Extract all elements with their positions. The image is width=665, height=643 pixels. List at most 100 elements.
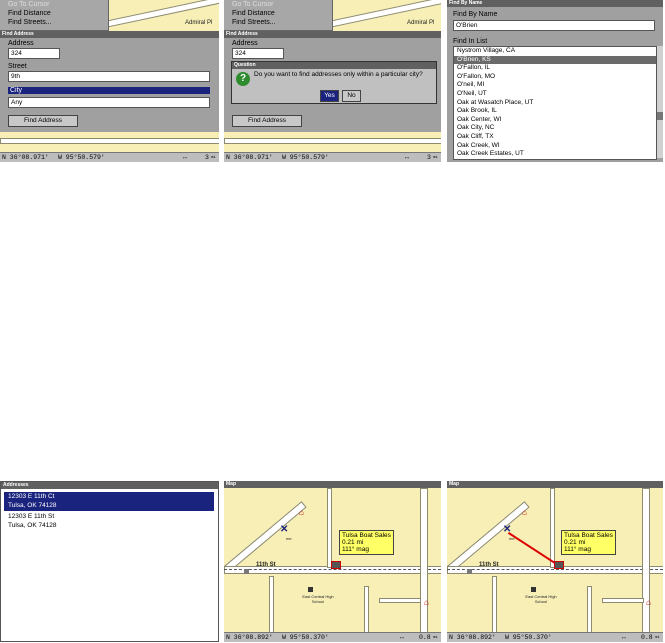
list-item[interactable]: Oak Cliff, TX: [454, 133, 656, 142]
menu-item-find-distance[interactable]: Find Distance: [8, 10, 51, 17]
road: [269, 576, 274, 633]
context-menu: Go To Cursor Find Distance Find Streets.…: [0, 0, 109, 31]
find-address-screen: Admiral Pl Go To Cursor Find Distance Fi…: [0, 0, 219, 162]
list-scrollbar[interactable]: [656, 46, 663, 158]
map-background[interactable]: 11th St ✕ me East Central High School ⌂ …: [224, 488, 441, 633]
address-label: Address: [8, 40, 34, 47]
location-marker-icon: ✕: [280, 524, 289, 535]
menu-item-find-streets[interactable]: Find Streets...: [232, 19, 276, 26]
map-street-label: Admiral Pl: [185, 20, 213, 26]
menu-item-go-to-cursor[interactable]: Go To Cursor: [232, 1, 274, 8]
school-icon: [308, 587, 313, 592]
menu-item-find-streets[interactable]: Find Streets...: [8, 19, 52, 26]
name-search-field[interactable]: O'Brien: [453, 20, 655, 31]
list-item[interactable]: O'Brien, KS: [454, 55, 656, 65]
list-item[interactable]: Oak Brook, IL: [454, 107, 656, 116]
status-bar: N 36°08.892' W 95°50.370' ↔ 0.8 mi: [224, 632, 441, 642]
list-item[interactable]: Oak at Wasatch Place, UT: [454, 99, 656, 108]
street-label-11th: 11th St: [256, 562, 276, 568]
latitude-readout: N 36°08.971': [2, 154, 49, 161]
address-line1: 12303 E 11th Ct: [8, 493, 55, 500]
city-field[interactable]: Any: [8, 97, 210, 108]
longitude-readout: W 95°50.579': [58, 154, 105, 161]
find-by-name-screen: Find By Name Find By Name O'Brien Find I…: [447, 0, 663, 162]
road: [642, 488, 650, 633]
zoom-arrows-icon: ↔: [622, 634, 626, 641]
no-button[interactable]: No: [342, 90, 361, 102]
scrollbar-thumb[interactable]: [657, 112, 663, 120]
address-line2: Tulsa, OK 74128: [8, 522, 57, 529]
name-list[interactable]: Nystrom Village, CA O'Brien, KS O'Fallon, …: [453, 46, 657, 160]
hospital-icon: ⌂: [424, 598, 429, 607]
school-label: East Central High School: [525, 594, 557, 604]
hospital-icon: ⌂: [299, 508, 304, 517]
address-field[interactable]: 324: [232, 48, 284, 59]
list-item[interactable]: O'Fallon, IL: [454, 64, 656, 73]
road: [379, 598, 421, 603]
road: [364, 586, 369, 633]
list-item[interactable]: Oak City, NC: [454, 124, 656, 133]
find-address-question-screen: Admiral Pl Go To Cursor Find Distance Fi…: [224, 0, 441, 162]
address-label: Address: [232, 40, 258, 47]
list-item[interactable]: O'Fallon, MO: [454, 73, 656, 82]
address-field[interactable]: 324: [8, 48, 60, 59]
zoom-readout: 0.8: [419, 634, 431, 641]
list-item[interactable]: O'Neil, UT: [454, 90, 656, 99]
screen-title: Map: [447, 481, 663, 488]
callout-distance: 0.21 mi: [564, 539, 586, 546]
location-marker-icon: ✕: [503, 524, 512, 535]
zoom-unit: mi: [211, 156, 216, 160]
question-icon: ?: [236, 72, 250, 86]
zoom-arrows-icon: ↔: [400, 634, 404, 641]
list-item[interactable]: Oak Center, WI: [454, 116, 656, 125]
list-item[interactable]: Nystrom Village, CA: [454, 47, 656, 56]
zoom-readout: 3: [205, 154, 209, 161]
find-address-button[interactable]: Find Address: [8, 115, 78, 127]
yes-button[interactable]: Yes: [320, 90, 339, 102]
road: [420, 488, 428, 633]
zoom-unit: mi: [433, 636, 438, 640]
school-label: East Central High School: [302, 594, 334, 604]
road: [550, 488, 555, 568]
menu-item-go-to-cursor[interactable]: Go To Cursor: [8, 1, 50, 8]
poi-boat-icon: [331, 561, 341, 569]
dialog-title: Find Address: [0, 31, 219, 38]
list-item[interactable]: O'neil, MI: [454, 81, 656, 90]
longitude-readout: W 95°50.579': [282, 154, 329, 161]
status-bar: N 36°08.971' W 95°50.579' ↔ 3 mi: [224, 152, 441, 162]
status-bar: N 36°08.971' W 95°50.579' ↔ 3 mi: [0, 152, 219, 162]
callout-bearing: 111° mag: [342, 546, 369, 553]
status-bar: N 36°08.892' W 95°50.370' ↔ 0.8 mi: [447, 632, 663, 642]
latitude-readout: N 36°08.892': [449, 634, 496, 641]
callout-distance: 0.21 mi: [342, 539, 364, 546]
road: [224, 138, 441, 144]
school-icon: [531, 587, 536, 592]
address-result-item[interactable]: 12303 E 11th Ct Tulsa, OK 74128: [4, 492, 214, 511]
dialog-title: Find Address: [224, 31, 441, 38]
zoom-unit: mi: [655, 636, 660, 640]
list-item[interactable]: Oak Creek Estates, UT: [454, 150, 656, 159]
question-text: Do you want to find addresses only withi…: [254, 71, 423, 78]
waypoint-icon: [244, 569, 249, 574]
find-address-dialog: Find Address Address 324 Street 9th City…: [0, 31, 219, 132]
callout-name: Tulsa Boat Sales: [564, 532, 613, 539]
menu-item-find-distance[interactable]: Find Distance: [232, 10, 275, 17]
question-dialog: Question ? Do you want to find addresses…: [231, 61, 437, 104]
me-label: me: [286, 536, 292, 541]
zoom-arrows-icon: ↔: [405, 154, 409, 161]
map-background[interactable]: 11th St ✕ me East Central High School ⌂ …: [447, 488, 663, 633]
find-address-button[interactable]: Find Address: [232, 115, 302, 127]
longitude-readout: W 95°50.370': [505, 634, 552, 641]
latitude-readout: N 36°08.971': [226, 154, 273, 161]
addresses-screen: Addresses 12303 E 11th Ct Tulsa, OK 7412…: [0, 481, 219, 642]
map-screen: 11th St ✕ me East Central High School ⌂ …: [224, 481, 441, 642]
find-in-list-label: Find In List: [453, 38, 488, 45]
road: [602, 598, 644, 603]
poi-callout: Tulsa Boat Sales 0.21 mi 111° mag: [561, 530, 616, 555]
list-item[interactable]: Oak Creek, WI: [454, 142, 656, 151]
question-title: Question: [232, 62, 436, 69]
address-result-item[interactable]: 12303 E 11th St Tulsa, OK 74128: [4, 512, 214, 531]
street-label-11th: 11th St: [479, 562, 499, 568]
callout-name: Tulsa Boat Sales: [342, 532, 391, 539]
street-field[interactable]: 9th: [8, 71, 210, 82]
